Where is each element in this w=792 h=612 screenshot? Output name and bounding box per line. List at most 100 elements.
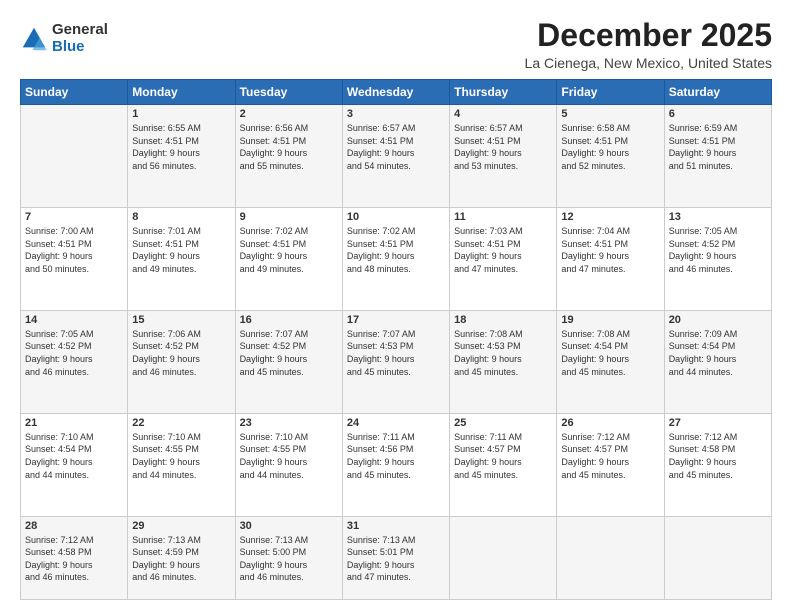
day-info: Sunrise: 7:07 AMSunset: 4:53 PMDaylight:… — [347, 328, 445, 378]
calendar-cell: 7 Sunrise: 7:00 AMSunset: 4:51 PMDaylight… — [21, 208, 128, 311]
day-number: 7 — [25, 211, 123, 223]
day-number: 8 — [132, 211, 230, 223]
calendar-cell: 20 Sunrise: 7:09 AMSunset: 4:54 PMDayligh… — [664, 310, 771, 413]
logo-general: General — [52, 22, 108, 39]
logo: General Blue — [20, 22, 108, 55]
header: General Blue December 2025 La Cienega, N… — [20, 18, 772, 71]
day-number: 9 — [240, 211, 338, 223]
day-info: Sunrise: 7:10 AMSunset: 4:55 PMDaylight:… — [240, 431, 338, 481]
day-number: 5 — [561, 108, 659, 120]
day-number: 2 — [240, 108, 338, 120]
day-number: 20 — [669, 314, 767, 326]
day-info: Sunrise: 7:01 AMSunset: 4:51 PMDaylight:… — [132, 225, 230, 275]
calendar-cell: 31 Sunrise: 7:13 AMSunset: 5:01 PMDayligh… — [342, 516, 449, 599]
day-info: Sunrise: 7:06 AMSunset: 4:52 PMDaylight:… — [132, 328, 230, 378]
day-number: 19 — [561, 314, 659, 326]
day-info: Sunrise: 6:58 AMSunset: 4:51 PMDaylight:… — [561, 122, 659, 172]
day-info: Sunrise: 7:10 AMSunset: 4:55 PMDaylight:… — [132, 431, 230, 481]
main-title: December 2025 — [525, 18, 772, 53]
calendar-cell: 12 Sunrise: 7:04 AMSunset: 4:51 PMDayligh… — [557, 208, 664, 311]
day-number: 4 — [454, 108, 552, 120]
logo-icon — [20, 25, 48, 53]
day-number: 29 — [132, 520, 230, 532]
calendar-cell: 6Sunrise: 6:59 AMSunset: 4:51 PMDaylight… — [664, 105, 771, 208]
day-number: 3 — [347, 108, 445, 120]
logo-text: General Blue — [52, 22, 108, 55]
calendar-cell — [664, 516, 771, 599]
day-number: 17 — [347, 314, 445, 326]
calendar-cell: 13 Sunrise: 7:05 AMSunset: 4:52 PMDayligh… — [664, 208, 771, 311]
day-info: Sunrise: 7:04 AMSunset: 4:51 PMDaylight:… — [561, 225, 659, 275]
header-day-thursday: Thursday — [450, 80, 557, 105]
calendar-cell: 22 Sunrise: 7:10 AMSunset: 4:55 PMDayligh… — [128, 413, 235, 516]
calendar-cell: 15Sunrise: 7:06 AMSunset: 4:52 PMDayligh… — [128, 310, 235, 413]
day-number: 23 — [240, 417, 338, 429]
day-info: Sunrise: 7:11 AMSunset: 4:56 PMDaylight:… — [347, 431, 445, 481]
week-row-4: 21 Sunrise: 7:10 AMSunset: 4:54 PMDayligh… — [21, 413, 772, 516]
calendar-cell: 11 Sunrise: 7:03 AMSunset: 4:51 PMDayligh… — [450, 208, 557, 311]
calendar-cell: 2 Sunrise: 6:56 AMSunset: 4:51 PMDaylight… — [235, 105, 342, 208]
calendar-cell: 21 Sunrise: 7:10 AMSunset: 4:54 PMDayligh… — [21, 413, 128, 516]
day-info: Sunrise: 7:07 AMSunset: 4:52 PMDaylight:… — [240, 328, 338, 378]
calendar-cell: 23 Sunrise: 7:10 AMSunset: 4:55 PMDayligh… — [235, 413, 342, 516]
day-info: Sunrise: 7:08 AMSunset: 4:54 PMDaylight:… — [561, 328, 659, 378]
day-info: Sunrise: 7:13 AMSunset: 4:59 PMDaylight:… — [132, 534, 230, 584]
calendar-cell: 3 Sunrise: 6:57 AMSunset: 4:51 PMDaylight… — [342, 105, 449, 208]
calendar-cell: 8 Sunrise: 7:01 AMSunset: 4:51 PMDaylight… — [128, 208, 235, 311]
header-day-sunday: Sunday — [21, 80, 128, 105]
day-number: 21 — [25, 417, 123, 429]
day-info: Sunrise: 7:13 AMSunset: 5:01 PMDaylight:… — [347, 534, 445, 584]
calendar-cell: 26 Sunrise: 7:12 AMSunset: 4:57 PMDayligh… — [557, 413, 664, 516]
calendar-cell: 17 Sunrise: 7:07 AMSunset: 4:53 PMDayligh… — [342, 310, 449, 413]
day-info: Sunrise: 7:02 AMSunset: 4:51 PMDaylight:… — [240, 225, 338, 275]
header-day-saturday: Saturday — [664, 80, 771, 105]
day-number: 12 — [561, 211, 659, 223]
day-info: Sunrise: 7:13 AMSunset: 5:00 PMDaylight:… — [240, 534, 338, 584]
calendar-cell: 10Sunrise: 7:02 AMSunset: 4:51 PMDayligh… — [342, 208, 449, 311]
day-info: Sunrise: 7:05 AMSunset: 4:52 PMDaylight:… — [669, 225, 767, 275]
day-info: Sunrise: 7:10 AMSunset: 4:54 PMDaylight:… — [25, 431, 123, 481]
day-info: Sunrise: 6:56 AMSunset: 4:51 PMDaylight:… — [240, 122, 338, 172]
header-row: SundayMondayTuesdayWednesdayThursdayFrid… — [21, 80, 772, 105]
calendar-cell — [557, 516, 664, 599]
header-day-wednesday: Wednesday — [342, 80, 449, 105]
day-number: 1 — [132, 108, 230, 120]
week-row-3: 14 Sunrise: 7:05 AMSunset: 4:52 PMDayligh… — [21, 310, 772, 413]
day-info: Sunrise: 6:57 AMSunset: 4:51 PMDaylight:… — [347, 122, 445, 172]
day-info: Sunrise: 7:03 AMSunset: 4:51 PMDaylight:… — [454, 225, 552, 275]
day-info: Sunrise: 7:05 AMSunset: 4:52 PMDaylight:… — [25, 328, 123, 378]
day-info: Sunrise: 7:12 AMSunset: 4:57 PMDaylight:… — [561, 431, 659, 481]
day-number: 31 — [347, 520, 445, 532]
header-day-friday: Friday — [557, 80, 664, 105]
day-info: Sunrise: 7:00 AMSunset: 4:51 PMDaylight:… — [25, 225, 123, 275]
calendar-cell: 25Sunrise: 7:11 AMSunset: 4:57 PMDayligh… — [450, 413, 557, 516]
day-number: 14 — [25, 314, 123, 326]
calendar-cell: 9 Sunrise: 7:02 AMSunset: 4:51 PMDaylight… — [235, 208, 342, 311]
day-number: 26 — [561, 417, 659, 429]
page: General Blue December 2025 La Cienega, N… — [0, 0, 792, 612]
calendar-cell: 24Sunrise: 7:11 AMSunset: 4:56 PMDayligh… — [342, 413, 449, 516]
calendar-table: SundayMondayTuesdayWednesdayThursdayFrid… — [20, 79, 772, 600]
calendar-cell: 18Sunrise: 7:08 AMSunset: 4:53 PMDayligh… — [450, 310, 557, 413]
week-row-5: 28Sunrise: 7:12 AMSunset: 4:58 PMDayligh… — [21, 516, 772, 599]
day-number: 18 — [454, 314, 552, 326]
day-number: 10 — [347, 211, 445, 223]
day-info: Sunrise: 7:09 AMSunset: 4:54 PMDaylight:… — [669, 328, 767, 378]
calendar-cell — [21, 105, 128, 208]
calendar-cell: 27Sunrise: 7:12 AMSunset: 4:58 PMDayligh… — [664, 413, 771, 516]
calendar-cell: 1Sunrise: 6:55 AMSunset: 4:51 PMDaylight… — [128, 105, 235, 208]
calendar-cell: 14 Sunrise: 7:05 AMSunset: 4:52 PMDayligh… — [21, 310, 128, 413]
day-info: Sunrise: 6:57 AMSunset: 4:51 PMDaylight:… — [454, 122, 552, 172]
week-row-2: 7 Sunrise: 7:00 AMSunset: 4:51 PMDaylight… — [21, 208, 772, 311]
day-number: 28 — [25, 520, 123, 532]
day-number: 13 — [669, 211, 767, 223]
header-day-tuesday: Tuesday — [235, 80, 342, 105]
calendar-cell: 28Sunrise: 7:12 AMSunset: 4:58 PMDayligh… — [21, 516, 128, 599]
day-number: 22 — [132, 417, 230, 429]
day-number: 30 — [240, 520, 338, 532]
day-number: 11 — [454, 211, 552, 223]
calendar-cell: 16Sunrise: 7:07 AMSunset: 4:52 PMDayligh… — [235, 310, 342, 413]
calendar-cell: 4 Sunrise: 6:57 AMSunset: 4:51 PMDaylight… — [450, 105, 557, 208]
calendar-cell: 29 Sunrise: 7:13 AMSunset: 4:59 PMDayligh… — [128, 516, 235, 599]
day-number: 25 — [454, 417, 552, 429]
